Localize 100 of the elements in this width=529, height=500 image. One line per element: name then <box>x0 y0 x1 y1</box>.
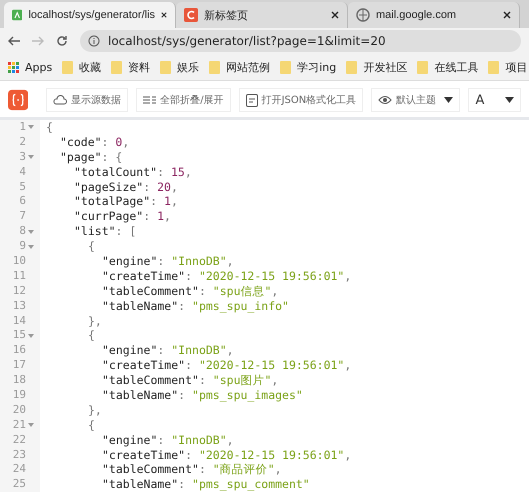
fold-arrow-icon[interactable] <box>28 155 34 160</box>
browser-tab[interactable]: 新标签页 <box>176 2 348 28</box>
theme-select[interactable]: 默认主题 <box>371 88 460 112</box>
code-line: "code": 0, <box>59 134 130 150</box>
bookmark[interactable]: 在线工具 <box>417 60 478 74</box>
line-number: 15 <box>12 328 26 344</box>
code-line: "currPage": 1, <box>73 209 171 224</box>
code-line: "createTime": "2020-12-15 19:56:01", <box>101 358 352 374</box>
cloud-icon <box>53 95 68 105</box>
toolbar-button[interactable]: 显示源数据 <box>46 88 128 112</box>
line-number: 1 <box>19 120 26 135</box>
code-line: { <box>87 239 95 254</box>
apps-bookmark[interactable]: Apps <box>8 60 52 74</box>
line-number: 4 <box>19 164 26 180</box>
folder-icon <box>160 60 172 74</box>
code-line: "list": [ <box>73 224 136 240</box>
code-line: "engine": "InnoDB", <box>101 254 234 269</box>
toolbar-button[interactable]: 打开JSON格式化工具 <box>238 88 364 112</box>
line-number: 19 <box>12 388 26 403</box>
code-line: "tableComment": "spu图片", <box>101 373 278 388</box>
address-bar[interactable]: localhost/sys/generator/list?page=1&limit=20 <box>80 30 521 52</box>
folder-icon <box>417 60 428 74</box>
list-icon <box>143 95 156 105</box>
folder-icon <box>280 60 292 74</box>
code-line: "engine": "InnoDB", <box>101 432 234 448</box>
line-number: 11 <box>12 268 26 284</box>
folder-icon <box>488 60 500 74</box>
folder-icon <box>209 60 220 74</box>
forward-icon[interactable] <box>32 36 44 46</box>
c-logo-icon <box>184 8 198 22</box>
folder-icon <box>62 60 74 74</box>
line-number: 14 <box>12 314 26 328</box>
line-number: 9 <box>19 239 26 254</box>
toolbar-button[interactable]: 全部折叠/展开 <box>136 88 231 112</box>
code-line: }, <box>87 402 102 418</box>
line-number: 21 <box>12 418 26 433</box>
document-icon <box>246 94 258 106</box>
line-number: 17 <box>12 358 26 374</box>
line-number: 8 <box>19 224 26 240</box>
line-number: 12 <box>12 284 26 299</box>
browser-tab[interactable]: localhost/sys/generator/lis <box>4 2 176 28</box>
code-line: { <box>87 418 95 433</box>
font-select[interactable]: A <box>468 88 521 112</box>
code-line: { <box>87 328 95 344</box>
line-number: 10 <box>12 254 26 269</box>
apps-grid-icon <box>8 62 19 72</box>
line-number: 3 <box>19 150 26 165</box>
code-line: "tableName": "pms_spu_images" <box>101 388 303 403</box>
app-icon <box>12 8 22 22</box>
code-line: "tableName": "pms_spu_info" <box>101 298 289 314</box>
tab-title: 新标签页 <box>204 8 249 22</box>
code-line: "tableComment": "spu信息", <box>101 284 278 299</box>
bookmark[interactable]: 资料 <box>111 60 150 74</box>
fold-arrow-icon[interactable] <box>28 244 34 249</box>
fold-arrow-icon[interactable] <box>28 125 34 130</box>
eye-icon <box>378 95 392 105</box>
code-line: "totalCount": 15, <box>73 164 192 180</box>
url-text: localhost/sys/generator/list?page=1&limit=20 <box>108 34 386 48</box>
code-line: "tableComment": "商品评价", <box>101 462 282 478</box>
line-number: 6 <box>19 194 26 210</box>
line-number: 5 <box>19 180 26 194</box>
code-line: "page": { <box>59 150 122 165</box>
line-number: 20 <box>12 402 26 418</box>
bookmark[interactable]: 项目 <box>488 60 528 74</box>
close-icon[interactable] <box>503 11 511 19</box>
close-icon[interactable] <box>331 11 339 19</box>
back-icon[interactable] <box>8 36 20 46</box>
tab-title: localhost/sys/generator/lis <box>28 9 156 21</box>
code-line: "engine": "InnoDB", <box>101 343 234 358</box>
reload-icon[interactable] <box>56 35 68 47</box>
line-number: 2 <box>19 134 26 150</box>
code-line: "createTime": "2020-12-15 19:56:01", <box>101 268 352 284</box>
globe-icon <box>356 8 370 22</box>
line-number: 22 <box>12 432 26 448</box>
line-number: 13 <box>12 298 26 314</box>
bookmark[interactable]: 网站范例 <box>209 60 270 74</box>
bookmark[interactable]: 学习ing <box>280 60 336 74</box>
close-icon[interactable] <box>161 11 167 19</box>
code-line: }, <box>87 314 102 328</box>
code-line: "tableName": "pms_spu_comment" <box>101 477 310 492</box>
fold-arrow-icon[interactable] <box>28 230 34 234</box>
folder-icon <box>346 60 358 74</box>
bookmark[interactable]: 收藏 <box>62 60 102 74</box>
bookmark[interactable]: 开发社区 <box>346 60 408 74</box>
line-number: 16 <box>12 343 26 358</box>
fold-arrow-icon[interactable] <box>28 423 34 428</box>
line-number: 24 <box>12 462 26 478</box>
line-number: 18 <box>12 373 26 388</box>
fold-arrow-icon[interactable] <box>28 334 34 338</box>
caret-icon <box>444 97 454 103</box>
code-line: "createTime": "2020-12-15 19:56:01", <box>101 448 352 462</box>
folder-icon <box>111 60 122 74</box>
json-logo-icon <box>8 89 28 111</box>
tab-title: mail.google.com <box>376 9 458 21</box>
bookmark[interactable]: 娱乐 <box>160 60 200 74</box>
line-number: 23 <box>12 448 26 462</box>
line-number: 7 <box>19 209 26 224</box>
code-line: "pageSize": 20, <box>73 180 178 194</box>
browser-tab[interactable]: mail.google.com <box>348 2 520 28</box>
code-line: { <box>45 120 53 135</box>
